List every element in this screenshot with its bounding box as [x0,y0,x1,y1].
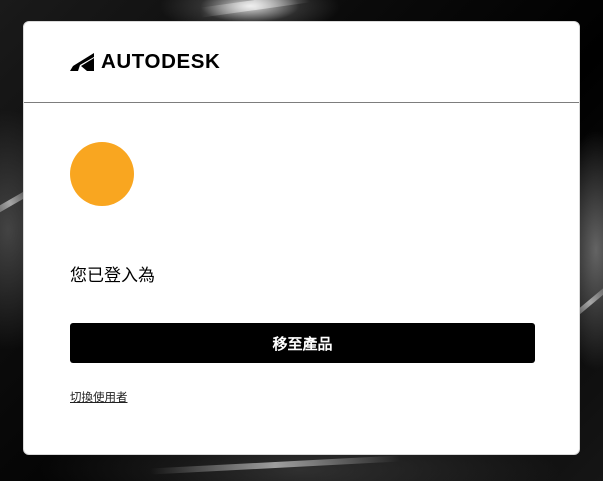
switch-user-link[interactable]: 切換使用者 [70,390,128,404]
go-to-product-label: 移至產品 [272,334,333,353]
card-header: AUTODESK [24,22,579,103]
go-to-product-button[interactable]: 移至產品 [70,323,535,363]
brand-name: AUTODESK [101,50,221,73]
signed-in-as-label: 您已登入為 [70,266,155,286]
user-avatar [70,142,134,206]
autodesk-logo-icon [70,53,94,71]
background-light-streak [150,455,400,475]
sign-in-card: AUTODESK 您已登入為 移至產品 切換使用者 [23,21,580,455]
brand-logo: AUTODESK [70,50,221,73]
background-light-streak [199,0,311,18]
